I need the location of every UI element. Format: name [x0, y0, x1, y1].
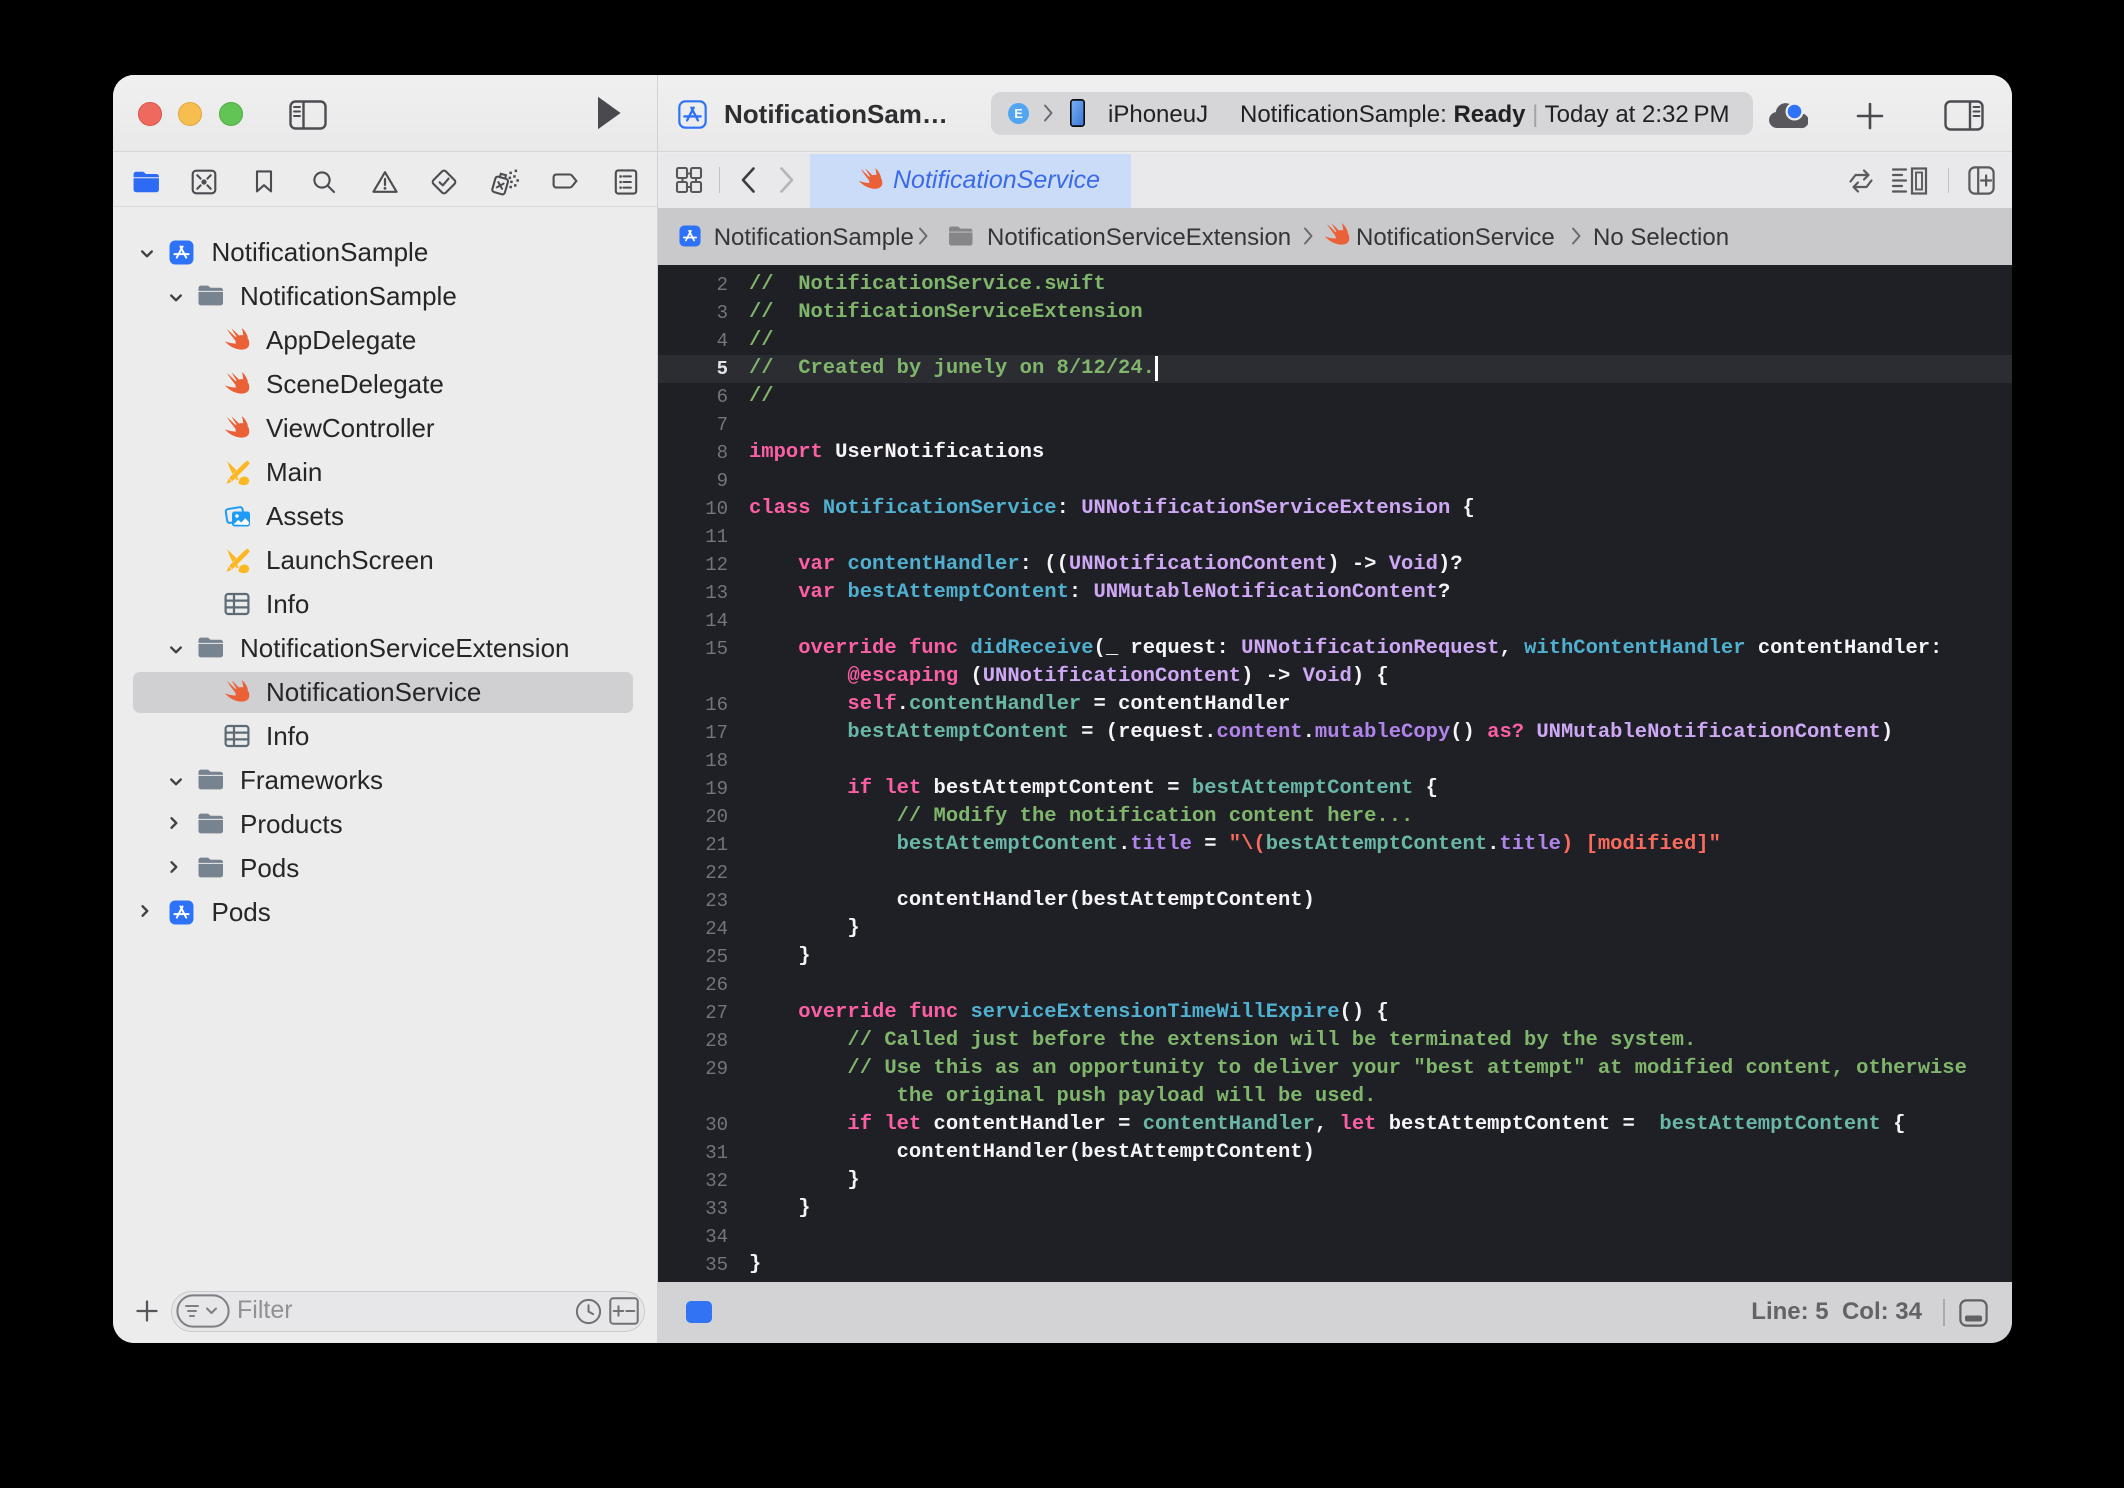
svg-text:E: E: [1014, 107, 1022, 121]
